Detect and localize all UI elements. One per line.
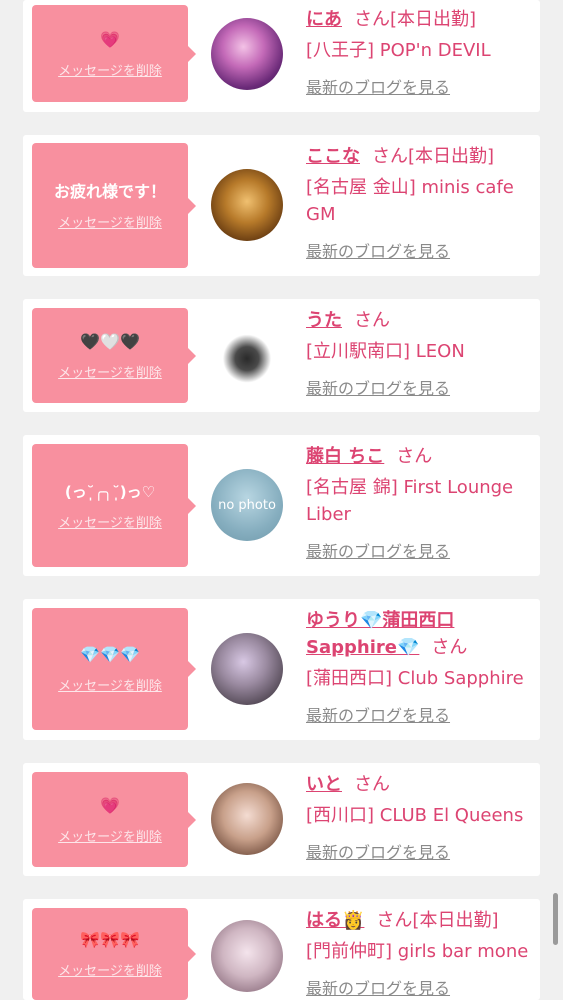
honorific: さん — [431, 637, 468, 658]
honorific: さん — [354, 9, 390, 30]
avatar[interactable] — [211, 783, 283, 855]
shop-name: [名古屋 金山] minis cafe GM — [306, 177, 514, 225]
latest-blog-link[interactable]: 最新のブログを見る — [306, 375, 450, 399]
no-photo-label: no photo — [218, 497, 276, 513]
status-badge: [本日出勤] — [412, 910, 499, 931]
delete-message-link[interactable]: メッセージを削除 — [58, 826, 162, 845]
message-bubble: お疲れ様です！ メッセージを削除 — [32, 143, 196, 268]
message-card: 💎💎💎 メッセージを削除 ゆうり💎蒲田西口Sapphire💎 さん [蒲田西口] … — [23, 599, 540, 740]
avatar[interactable] — [211, 18, 283, 90]
delete-message-link[interactable]: メッセージを削除 — [58, 960, 162, 979]
delete-message-link[interactable]: メッセージを削除 — [58, 512, 162, 531]
message-text: お疲れ様です！ — [53, 181, 166, 201]
avatar[interactable] — [211, 169, 283, 241]
cast-name-link[interactable]: ここな — [306, 146, 360, 167]
cast-name-link[interactable]: いと — [306, 774, 342, 795]
cast-name-link[interactable]: 藤白 ちこ — [306, 446, 384, 467]
honorific: さん — [354, 774, 390, 795]
shop-name: [西川口] CLUB El Queens — [306, 805, 524, 826]
latest-blog-link[interactable]: 最新のブログを見る — [306, 975, 450, 999]
message-card: 💗 メッセージを削除 にあ さん[本日出勤] [八王子] POP'n DEVIL … — [23, 0, 540, 112]
message-bubble: 🖤🤍🖤 メッセージを削除 — [32, 308, 196, 403]
latest-blog-link[interactable]: 最新のブログを見る — [306, 538, 450, 562]
avatar[interactable]: no photo — [211, 469, 283, 541]
message-text: 💎💎💎 — [80, 645, 140, 664]
latest-blog-link[interactable]: 最新のブログを見る — [306, 702, 450, 726]
avatar[interactable] — [211, 633, 283, 705]
message-card: 💗 メッセージを削除 いと さん [西川口] CLUB El Queens 最新の… — [23, 763, 540, 876]
message-text: 💗 — [100, 795, 120, 815]
message-text: (っ˘̩╭╮˘̩)っ♡ — [64, 482, 156, 501]
message-text: 🎀🎀🎀 — [80, 930, 140, 949]
message-card: (っ˘̩╭╮˘̩)っ♡ メッセージを削除 no photo 藤白 ちこ さん [名… — [23, 435, 540, 576]
honorific: さん — [376, 910, 413, 931]
message-text: 💗 — [100, 29, 120, 49]
latest-blog-link[interactable]: 最新のブログを見る — [306, 74, 450, 98]
cast-name-link[interactable]: うた — [306, 310, 342, 331]
delete-message-link[interactable]: メッセージを削除 — [58, 675, 162, 694]
message-card: お疲れ様です！ メッセージを削除 ここな さん[本日出勤] [名古屋 金山] mi… — [23, 135, 540, 276]
message-bubble: (っ˘̩╭╮˘̩)っ♡ メッセージを削除 — [32, 444, 196, 567]
shop-name: [名古屋 錦] First Lounge Liber — [306, 477, 514, 525]
delete-message-link[interactable]: メッセージを削除 — [58, 212, 162, 231]
delete-message-link[interactable]: メッセージを削除 — [58, 362, 162, 381]
message-card: 🎀🎀🎀 メッセージを削除 はる👸 さん[本日出勤] [門前仲町] girls ba… — [23, 899, 540, 1000]
shop-name: [立川駅南口] LEON — [306, 341, 465, 362]
latest-blog-link[interactable]: 最新のブログを見る — [306, 238, 450, 262]
honorific: さん — [372, 146, 408, 167]
cast-name-link[interactable]: はる👸 — [306, 910, 364, 931]
message-bubble: 💗 メッセージを削除 — [32, 5, 196, 102]
status-badge: [本日出勤] — [408, 146, 495, 167]
message-card: 🖤🤍🖤 メッセージを削除 うた さん [立川駅南口] LEON 最新のブログを見る — [23, 299, 540, 412]
cast-name-link[interactable]: にあ — [306, 9, 342, 30]
shop-name: [門前仲町] girls bar mone — [306, 941, 529, 962]
message-text: 🖤🤍🖤 — [80, 331, 140, 351]
delete-message-link[interactable]: メッセージを削除 — [58, 60, 162, 79]
shop-name: [蒲田西口] Club Sapphire — [306, 668, 524, 689]
message-bubble: 🎀🎀🎀 メッセージを削除 — [32, 908, 196, 1000]
message-bubble: 💗 メッセージを削除 — [32, 772, 196, 867]
avatar[interactable] — [211, 920, 283, 992]
scrollbar[interactable] — [553, 893, 558, 945]
avatar[interactable] — [211, 319, 283, 391]
message-bubble: 💎💎💎 メッセージを削除 — [32, 608, 196, 730]
latest-blog-link[interactable]: 最新のブログを見る — [306, 839, 450, 863]
shop-name: [八王子] POP'n DEVIL — [306, 40, 491, 61]
status-badge: [本日出勤] — [390, 9, 477, 30]
honorific: さん — [396, 446, 433, 467]
honorific: さん — [354, 310, 390, 331]
